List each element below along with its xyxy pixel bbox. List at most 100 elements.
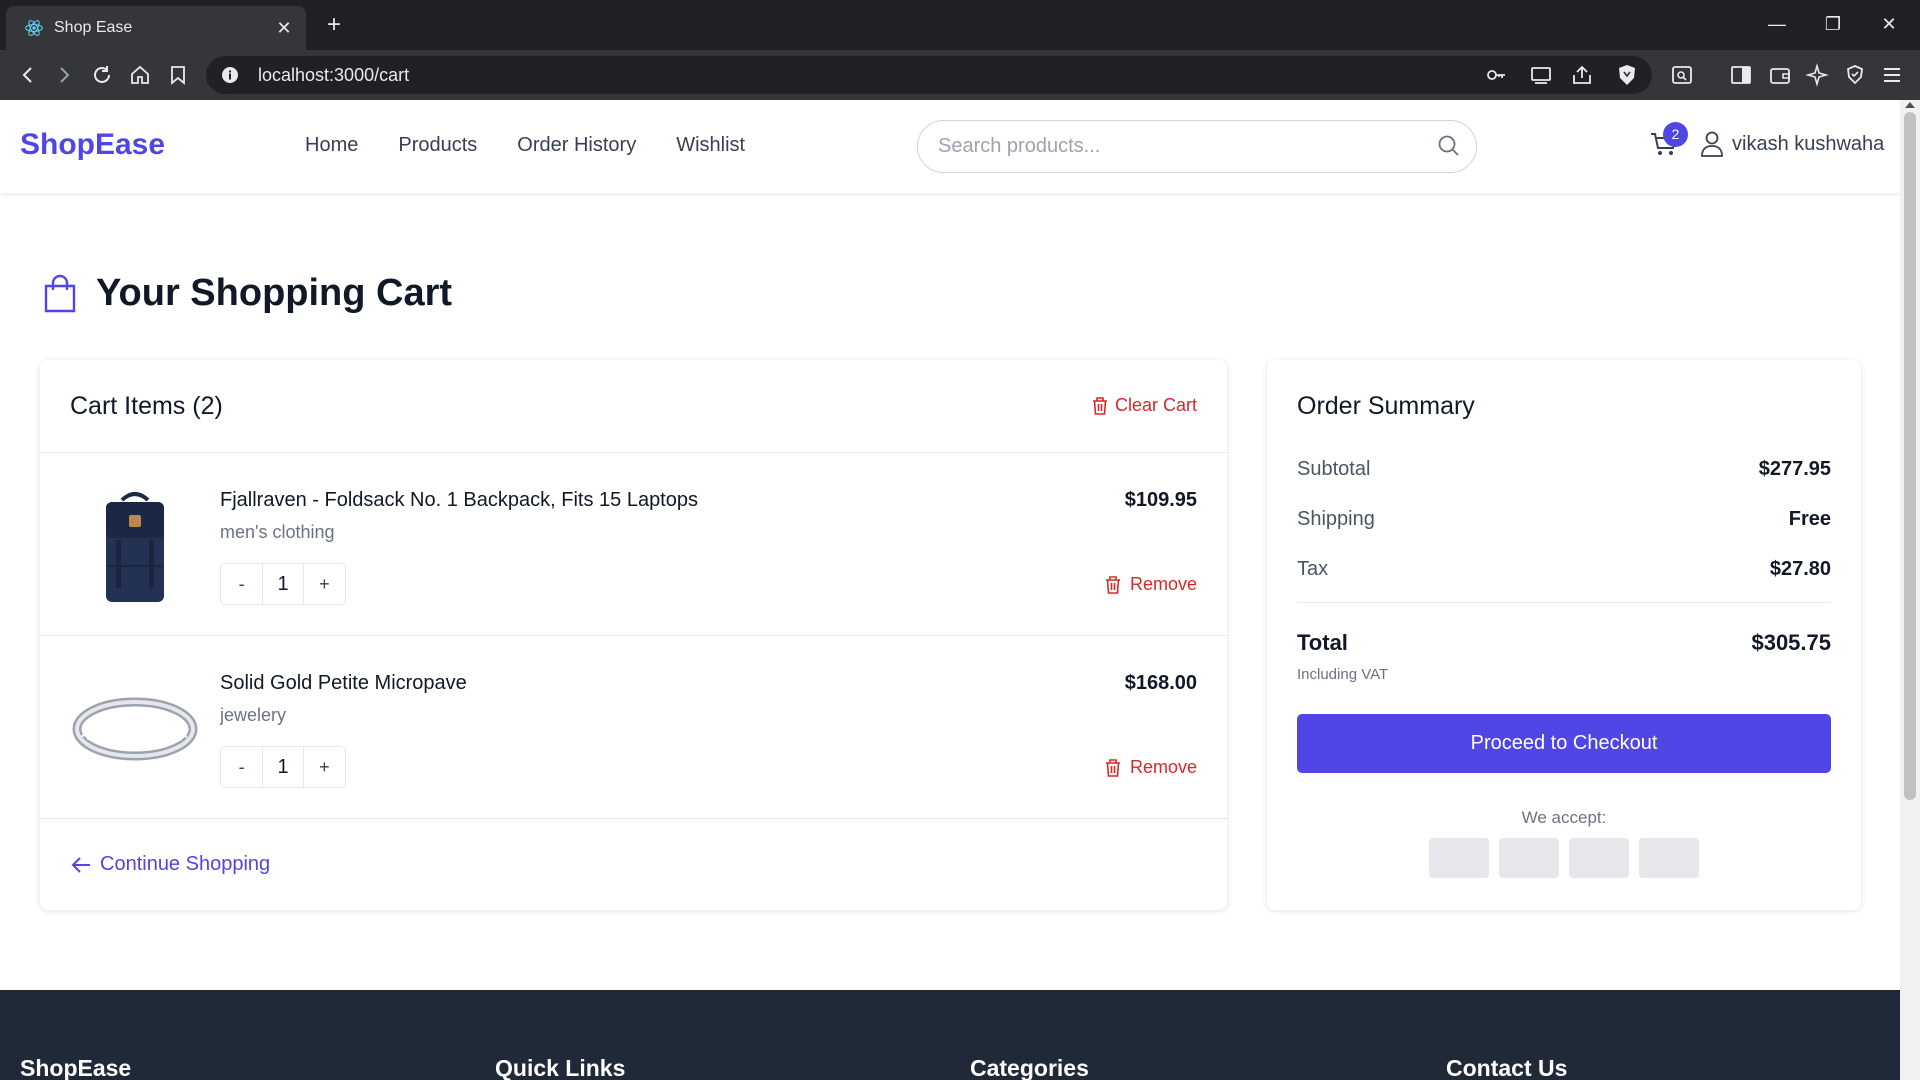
user-name: vikash kushwaha [1732,132,1885,155]
subtotal-label: Subtotal [1297,458,1371,480]
proceed-to-checkout-button[interactable]: Proceed to Checkout [1297,714,1831,773]
quantity-stepper: - 1 + [220,746,346,788]
subtotal-value: $277.95 [1758,458,1831,480]
wallet-icon[interactable] [1768,63,1792,87]
shipping-value: Free [1788,508,1831,530]
cart-items-card: Cart Items (2) Clear Cart Fjallraven - F… [40,360,1227,910]
address-bar[interactable]: localhost:3000/cart [206,56,1652,94]
payment-accept-label: We accept: [1521,808,1607,827]
page-scrollbar[interactable] [1900,100,1920,1080]
quantity-value: 1 [262,747,304,787]
remove-item-button[interactable]: Remove [1104,757,1197,778]
browser-tab[interactable]: Shop Ease ✕ [6,6,306,50]
total-value: $305.75 [1751,630,1831,655]
password-key-icon[interactable] [1484,63,1508,87]
footer-brand: ShopEase [20,1055,132,1080]
maximize-button[interactable]: ❐ [1810,8,1856,40]
tab-close-icon[interactable]: ✕ [274,18,294,39]
back-icon[interactable] [16,63,40,87]
tab-title: Shop Ease [54,19,133,36]
nav-home[interactable]: Home [305,134,358,157]
cart-count-badge: 2 [1663,122,1688,147]
shopping-bag-icon [44,274,76,312]
payment-method-icon [1569,838,1629,878]
clear-cart-label: Clear Cart [1114,395,1197,415]
footer-contact-heading: Contact Us [1446,1055,1568,1080]
search-input[interactable] [938,135,1418,158]
site-header: ShopEase Home Products Order History Wis… [0,100,1900,193]
minimize-button[interactable]: — [1754,8,1800,40]
subtotal-row: Subtotal $277.95 [1297,458,1831,481]
payment-method-icon [1639,838,1699,878]
decrease-quantity-button[interactable]: - [221,747,262,787]
shipping-row: Shipping Free [1297,508,1831,531]
backpack-image[interactable] [70,480,200,610]
nav-products[interactable]: Products [398,134,477,157]
total-row: Total $305.75 [1297,630,1831,656]
react-icon [25,20,43,36]
decrease-quantity-button[interactable]: - [221,564,262,604]
ring-image[interactable] [70,663,200,793]
quantity-value: 1 [262,564,304,604]
tax-row: Tax $27.80 [1297,558,1831,581]
page-viewport: ShopEase Home Products Order History Wis… [0,100,1900,1080]
close-window-button[interactable]: ✕ [1866,8,1912,40]
url-text: localhost:3000/cart [258,64,410,85]
cart-item: Solid Gold Petite Micropave jewelery $16… [40,636,1227,819]
increase-quantity-button[interactable]: + [304,747,345,787]
payment-method-icon [1499,838,1559,878]
remove-label: Remove [1129,757,1197,777]
remove-label: Remove [1129,574,1197,594]
quantity-stepper: - 1 + [220,563,346,605]
reader-mode-icon[interactable] [1670,63,1694,87]
item-price: $168.00 [1124,672,1197,694]
nav-order-history[interactable]: Order History [517,134,636,157]
menu-icon[interactable] [1880,63,1904,87]
home-icon[interactable] [128,63,152,87]
search-icon[interactable] [1436,133,1462,159]
site-footer: ShopEase Quick Links Categories Contact … [0,990,1900,1080]
arrow-left-icon [71,856,90,873]
footer-quick-links-heading: Quick Links [495,1055,626,1080]
nav-wishlist[interactable]: Wishlist [676,134,745,157]
scrollbar-thumb[interactable] [1904,112,1916,800]
ai-assistant-icon[interactable] [1805,63,1829,87]
user-icon [1701,131,1723,157]
main-nav: Home Products Order History Wishlist [305,134,745,157]
page-title: Your Shopping Cart [42,272,452,315]
new-tab-button[interactable]: + [320,12,348,40]
reload-icon[interactable] [90,63,114,87]
sidebar-toggle-icon[interactable] [1729,63,1753,87]
shipping-label: Shipping [1297,508,1375,530]
trash-icon [1105,758,1120,777]
cart-header: Cart Items (2) Clear Cart [40,360,1227,453]
scroll-up-arrow-icon[interactable] [1905,102,1915,108]
order-summary-card: Order Summary Subtotal $277.95 Shipping … [1267,360,1861,910]
cart-items-heading: Cart Items (2) [70,392,223,420]
install-app-icon[interactable] [1529,63,1553,87]
vpn-shield-icon[interactable] [1843,63,1867,87]
trash-icon [1105,575,1120,594]
cart-item: Fjallraven - Foldsack No. 1 Backpack, Fi… [40,453,1227,636]
site-logo[interactable]: ShopEase [20,128,165,162]
payment-method-icon [1429,838,1489,878]
browser-toolbar: localhost:3000/cart [0,50,1920,100]
search-bar [917,120,1477,173]
tax-label: Tax [1297,558,1329,580]
share-icon[interactable] [1570,63,1594,87]
increase-quantity-button[interactable]: + [304,564,345,604]
footer-categories-heading: Categories [970,1055,1089,1080]
item-name[interactable]: Solid Gold Petite Micropave [220,672,467,695]
remove-item-button[interactable]: Remove [1104,574,1197,595]
total-label: Total [1297,630,1348,655]
user-menu[interactable]: vikash kushwaha [1700,130,1884,158]
trash-icon [1092,396,1107,415]
clear-cart-button[interactable]: Clear Cart [1091,395,1197,416]
site-info-icon[interactable] [220,65,240,85]
item-name[interactable]: Fjallraven - Foldsack No. 1 Backpack, Fi… [220,489,698,512]
browser-tab-bar: Shop Ease ✕ + — ❐ ✕ [0,0,1920,50]
forward-icon[interactable] [52,63,76,87]
brave-shield-icon[interactable] [1615,63,1639,87]
bookmark-icon[interactable] [166,63,190,87]
continue-shopping-link[interactable]: Continue Shopping [70,853,270,876]
